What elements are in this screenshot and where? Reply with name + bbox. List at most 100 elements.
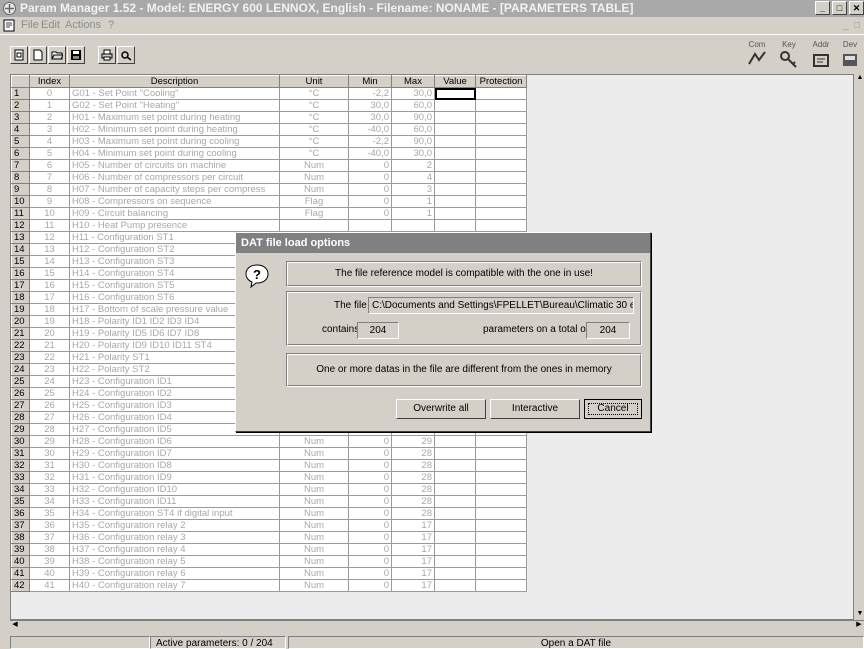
print-icon[interactable] bbox=[98, 46, 116, 64]
cell-value[interactable] bbox=[434, 519, 476, 532]
cell-protection[interactable] bbox=[475, 531, 527, 544]
scroll-down-icon[interactable]: ▼ bbox=[856, 610, 864, 620]
table-row[interactable]: 11 10 H09 - Circuit balancing Flag 0 1 bbox=[11, 207, 527, 220]
cell-value[interactable] bbox=[434, 123, 476, 136]
com-button[interactable]: Com bbox=[742, 41, 772, 71]
cell-value[interactable] bbox=[434, 159, 476, 172]
cell-value[interactable] bbox=[434, 195, 476, 208]
cell-value[interactable] bbox=[434, 483, 476, 496]
cell-value[interactable] bbox=[434, 471, 476, 484]
cell-value[interactable] bbox=[434, 495, 476, 508]
horizontal-scrollbar[interactable]: ◀ ▶ bbox=[10, 620, 864, 629]
restore-button[interactable]: □ bbox=[832, 1, 847, 15]
cell-protection[interactable] bbox=[475, 447, 527, 460]
cell-protection[interactable] bbox=[475, 183, 527, 196]
table-row[interactable]: 40 39 H38 - Configuration relay 5 Num 0 17 bbox=[11, 555, 527, 568]
table-row[interactable]: 8 7 H06 - Number of compressors per circui… bbox=[11, 171, 527, 184]
table-row[interactable]: 39 38 H37 - Configuration relay 4 Num 0 17 bbox=[11, 543, 527, 556]
cell-value[interactable] bbox=[434, 87, 476, 100]
col-index[interactable]: Index bbox=[29, 75, 70, 88]
dev-button[interactable]: Dev bbox=[836, 41, 864, 71]
menu-help[interactable]: ? bbox=[108, 17, 114, 34]
cell-value[interactable] bbox=[434, 135, 476, 148]
table-row[interactable]: 9 8 H07 - Number of capacity steps per com… bbox=[11, 183, 527, 196]
cell-value[interactable] bbox=[434, 579, 476, 592]
col-description[interactable]: Description bbox=[69, 75, 280, 88]
close-button[interactable]: ✕ bbox=[849, 1, 864, 15]
col-min[interactable]: Min bbox=[348, 75, 392, 88]
table-row[interactable]: 42 41 H40 - Configuration relay 7 Num 0 17 bbox=[11, 579, 527, 592]
col-value[interactable]: Value bbox=[434, 75, 476, 88]
cell-protection[interactable] bbox=[475, 135, 527, 148]
cell-protection[interactable] bbox=[475, 111, 527, 124]
cell-protection[interactable] bbox=[475, 579, 527, 592]
cell-value[interactable] bbox=[434, 435, 476, 448]
table-row[interactable]: 1 0 G01 - Set Point "Cooling" °C -2,2 30,0 bbox=[11, 87, 527, 100]
cell-protection[interactable] bbox=[475, 171, 527, 184]
table-row[interactable]: 30 29 H28 - Configuration ID6 Num 0 29 bbox=[11, 435, 527, 448]
cell-value[interactable] bbox=[434, 111, 476, 124]
scroll-right-icon[interactable]: ▶ bbox=[854, 621, 864, 629]
col-max[interactable]: Max bbox=[391, 75, 435, 88]
table-row[interactable]: 4 3 H02 - Minimum set point during heating… bbox=[11, 123, 527, 136]
cell-value[interactable] bbox=[434, 567, 476, 580]
col-unit[interactable]: Unit bbox=[279, 75, 349, 88]
cancel-button[interactable]: Cancel bbox=[584, 399, 642, 419]
cell-value[interactable] bbox=[434, 447, 476, 460]
cell-protection[interactable] bbox=[475, 435, 527, 448]
table-row[interactable]: 34 33 H32 - Configuration ID10 Num 0 28 bbox=[11, 483, 527, 496]
cell-protection[interactable] bbox=[475, 519, 527, 532]
menu-actions[interactable]: Actions bbox=[65, 17, 101, 34]
table-row[interactable]: 6 5 H04 - Minimum set point during cooling… bbox=[11, 147, 527, 160]
cell-protection[interactable] bbox=[475, 543, 527, 556]
cell-protection[interactable] bbox=[475, 219, 527, 232]
menu-edit[interactable]: Edit bbox=[41, 17, 60, 34]
cell-protection[interactable] bbox=[475, 195, 527, 208]
cell-protection[interactable] bbox=[475, 471, 527, 484]
table-row[interactable]: 2 1 G02 - Set Point "Heating" °C 30,0 60,0 bbox=[11, 99, 527, 112]
table-row[interactable]: 32 31 H30 - Configuration ID8 Num 0 28 bbox=[11, 459, 527, 472]
cell-protection[interactable] bbox=[475, 159, 527, 172]
new-doc-icon[interactable] bbox=[10, 46, 28, 64]
cell-protection[interactable] bbox=[475, 123, 527, 136]
cell-value[interactable] bbox=[434, 219, 476, 232]
table-row[interactable]: 33 32 H31 - Configuration ID9 Num 0 28 bbox=[11, 471, 527, 484]
menu-file[interactable]: File bbox=[21, 17, 39, 34]
cell-value[interactable] bbox=[434, 555, 476, 568]
cell-value[interactable] bbox=[434, 531, 476, 544]
addr-button[interactable]: Addr bbox=[806, 41, 836, 71]
blank-doc-icon[interactable] bbox=[29, 46, 47, 64]
cell-value[interactable] bbox=[434, 171, 476, 184]
settings-icon[interactable] bbox=[117, 46, 135, 64]
save-disk-icon[interactable] bbox=[67, 46, 85, 64]
table-row[interactable]: 31 30 H29 - Configuration ID7 Num 0 28 bbox=[11, 447, 527, 460]
scroll-up-icon[interactable]: ▲ bbox=[856, 74, 864, 84]
cell-protection[interactable] bbox=[475, 495, 527, 508]
open-folder-icon[interactable] bbox=[48, 46, 66, 64]
table-row[interactable]: 37 36 H35 - Configuration relay 2 Num 0 17 bbox=[11, 519, 527, 532]
table-row[interactable]: 5 4 H03 - Maximum set point during cooling… bbox=[11, 135, 527, 148]
vertical-scrollbar[interactable]: ▲ ▼ bbox=[856, 74, 864, 620]
cell-protection[interactable] bbox=[475, 459, 527, 472]
table-row[interactable]: 35 34 H33 - Configuration ID11 Num 0 28 bbox=[11, 495, 527, 508]
cell-value[interactable] bbox=[434, 507, 476, 520]
table-row[interactable]: 36 35 H34 - Configuration ST4 if digital i… bbox=[11, 507, 527, 520]
col-protection[interactable]: Protection bbox=[475, 75, 527, 88]
mdi-controls[interactable]: _ □ bbox=[843, 17, 860, 34]
table-row[interactable]: 10 9 H08 - Compressors on sequence Flag 0 1 bbox=[11, 195, 527, 208]
cell-value[interactable] bbox=[434, 207, 476, 220]
interactive-button[interactable]: Interactive bbox=[490, 399, 580, 419]
table-row[interactable]: 38 37 H36 - Configuration relay 3 Num 0 17 bbox=[11, 531, 527, 544]
minimize-button[interactable]: _ bbox=[815, 1, 830, 15]
cell-protection[interactable] bbox=[475, 87, 527, 100]
cell-value[interactable] bbox=[434, 459, 476, 472]
cell-protection[interactable] bbox=[475, 207, 527, 220]
table-row[interactable]: 7 6 H05 - Number of circuits on machine Num… bbox=[11, 159, 527, 172]
scroll-left-icon[interactable]: ◀ bbox=[10, 621, 20, 629]
cell-protection[interactable] bbox=[475, 567, 527, 580]
table-row[interactable]: 3 2 H01 - Maximum set point during heating… bbox=[11, 111, 527, 124]
cell-protection[interactable] bbox=[475, 507, 527, 520]
cell-value[interactable] bbox=[434, 183, 476, 196]
table-row[interactable]: 12 11 H10 - Heat Pump presence bbox=[11, 219, 527, 232]
key-button[interactable]: Key bbox=[774, 41, 804, 71]
